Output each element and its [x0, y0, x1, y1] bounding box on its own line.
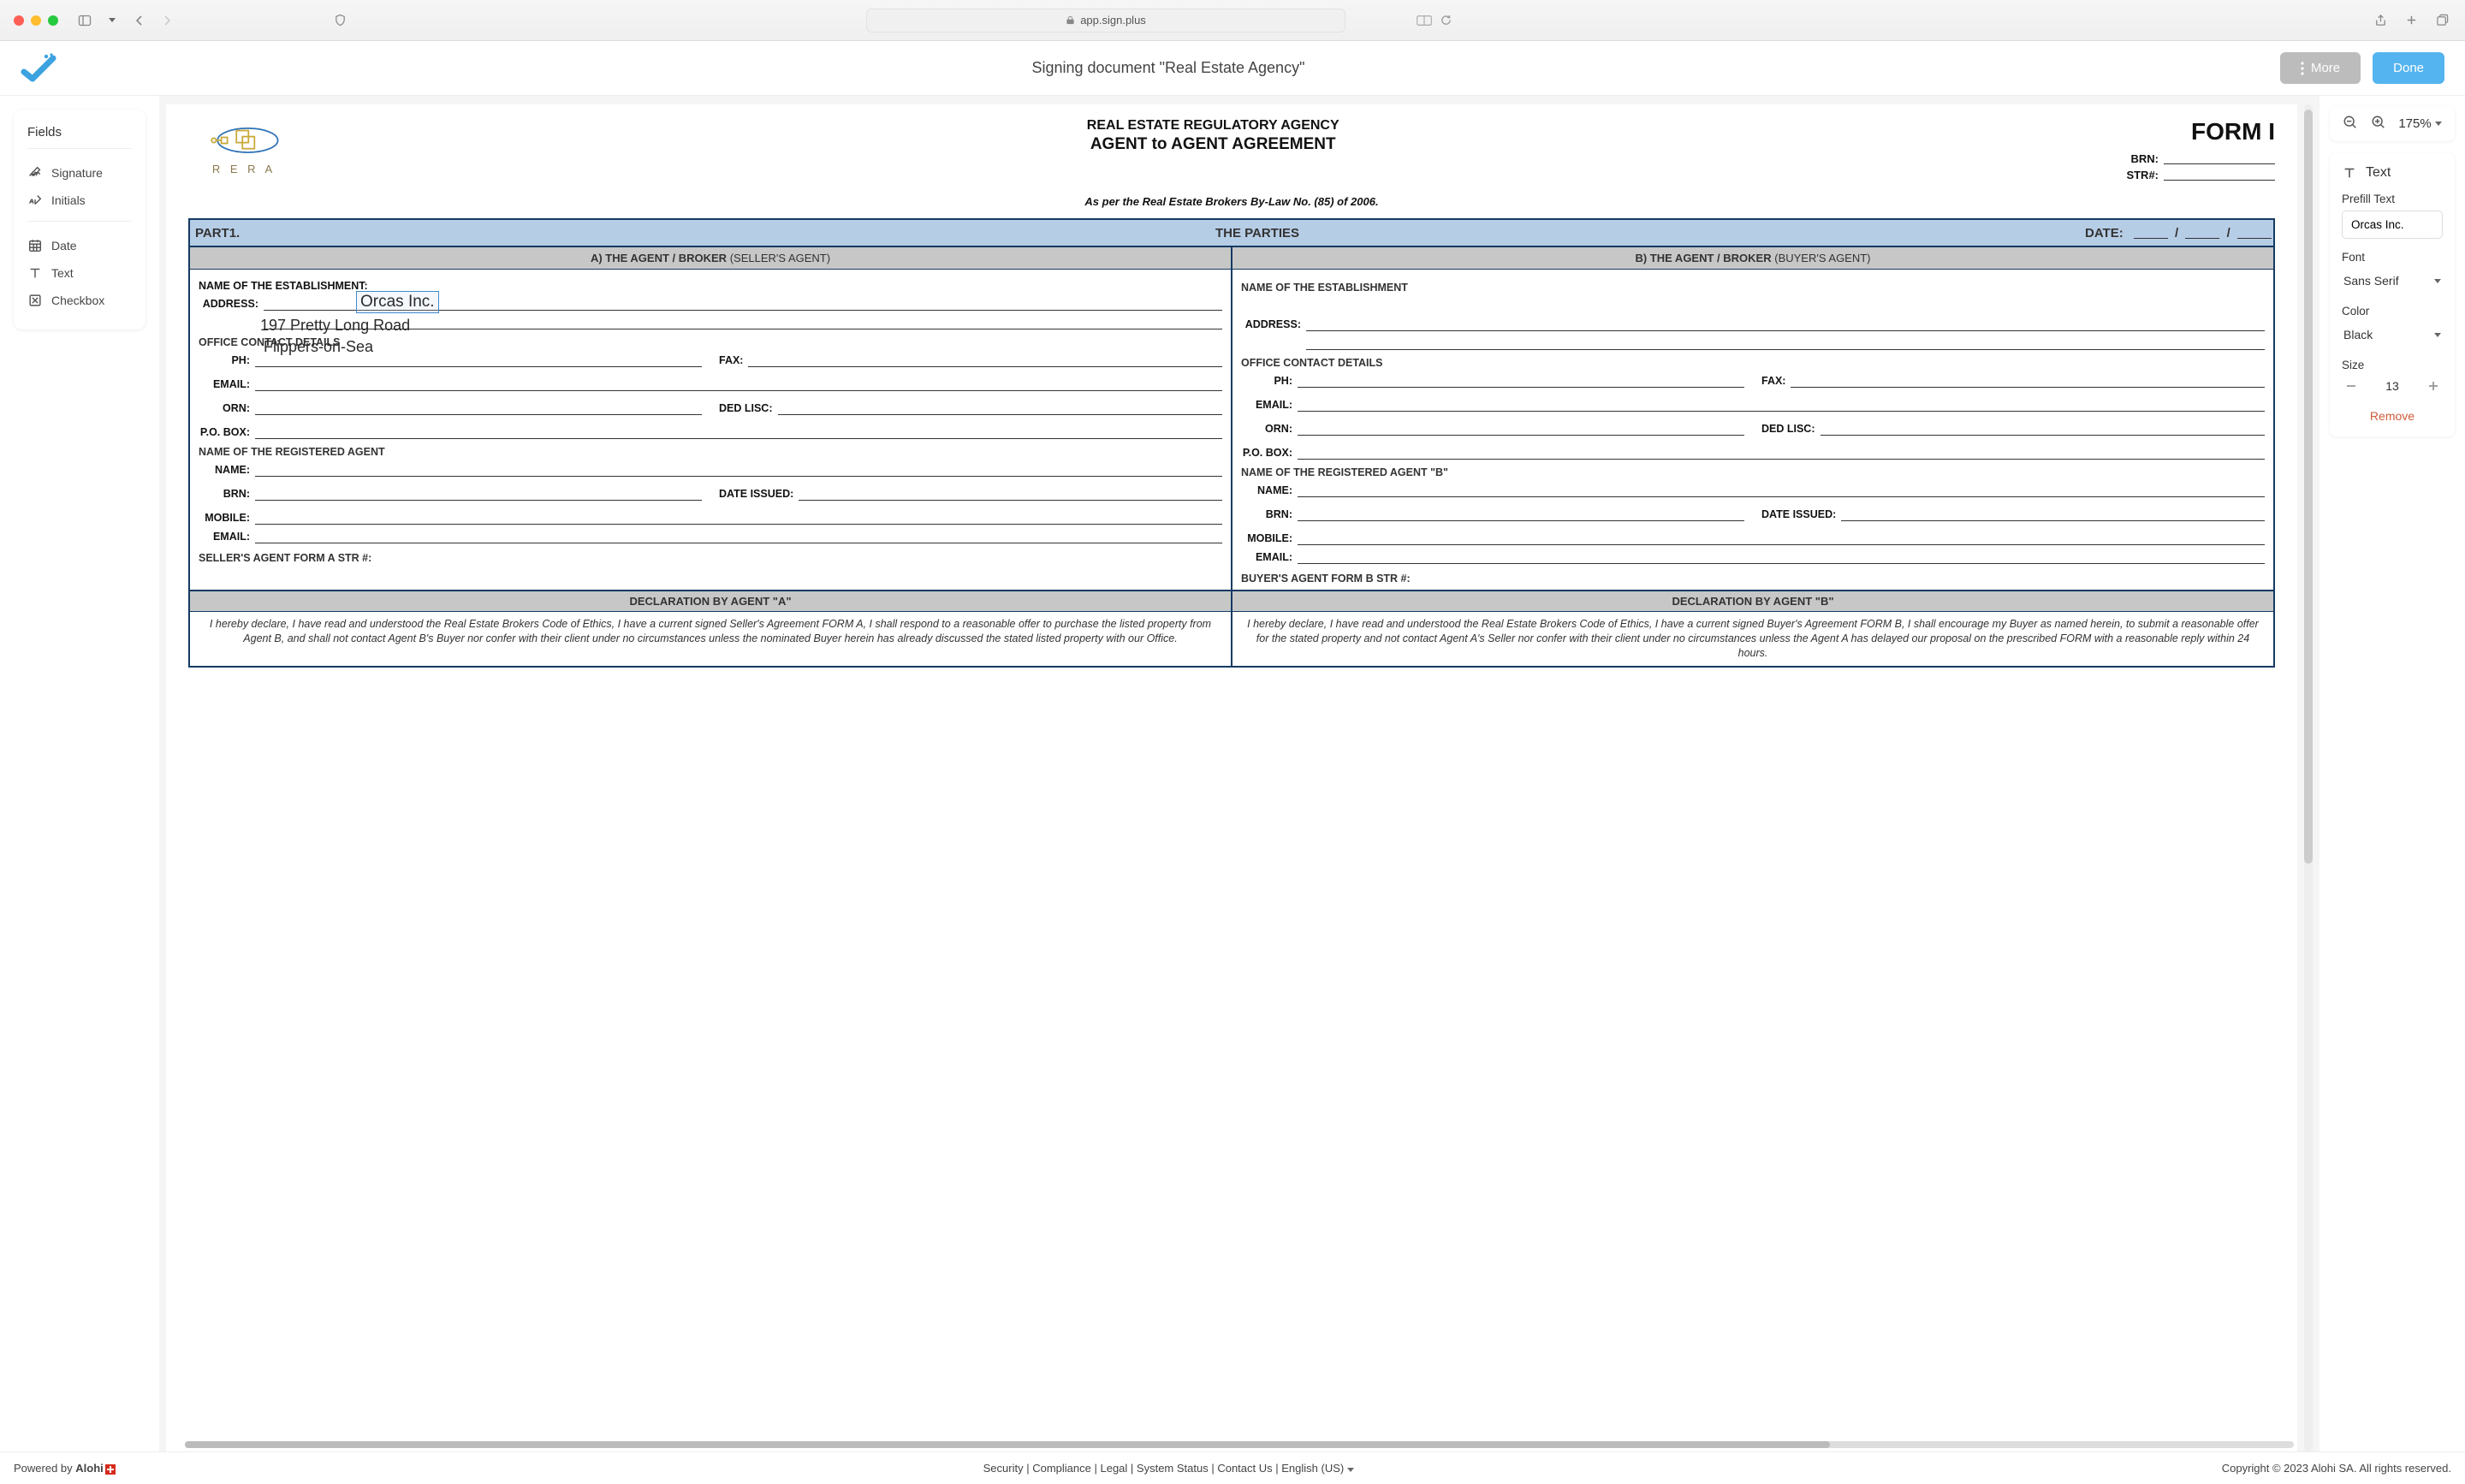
- color-select[interactable]: Black: [2342, 323, 2443, 347]
- declaration-a: I hereby declare, I have read and unders…: [190, 612, 1231, 651]
- checkbox-icon: [27, 293, 43, 308]
- part1-bar: PART1. THE PARTIES DATE: / /: [188, 218, 2275, 247]
- size-value: 13: [2385, 379, 2399, 393]
- minimize-window[interactable]: [31, 15, 41, 26]
- calendar-icon: [27, 238, 43, 253]
- translate-icon[interactable]: [1417, 15, 1432, 27]
- share-icon[interactable]: [2371, 11, 2390, 30]
- doc-title-1: REAL ESTATE REGULATORY AGENCY: [320, 118, 2106, 134]
- signature-icon: [27, 165, 43, 181]
- footer-link-contact[interactable]: Contact Us: [1217, 1462, 1272, 1475]
- field-checkbox[interactable]: Checkbox: [27, 287, 132, 314]
- right-sidebar: 175% Text Prefill Text Font Sans Serif C…: [2319, 96, 2465, 1451]
- sidebar-toggle-icon[interactable]: [75, 11, 94, 30]
- footer-language-select[interactable]: English (US): [1281, 1462, 1354, 1475]
- page-title: Signing document "Real Estate Agency": [56, 59, 2280, 77]
- field-signature[interactable]: Signature: [27, 159, 132, 187]
- lock-icon: [1066, 15, 1075, 25]
- document-page: R E R A REAL ESTATE REGULATORY AGENCY AG…: [166, 104, 2297, 1451]
- swiss-flag-icon: [105, 1464, 116, 1475]
- more-dots-icon: [2301, 62, 2304, 75]
- new-tab-icon[interactable]: [2402, 11, 2420, 30]
- field-date[interactable]: Date: [27, 232, 132, 259]
- document-viewport[interactable]: R E R A REAL ESTATE REGULATORY AGENCY AG…: [159, 96, 2319, 1451]
- prefill-text-input[interactable]: [2342, 211, 2443, 239]
- app-header: Signing document "Real Estate Agency" Mo…: [0, 41, 2465, 96]
- doc-title-2: AGENT to AGENT AGREEMENT: [320, 135, 2106, 154]
- initials-icon: [27, 193, 43, 208]
- text-field-address-1[interactable]: 197 Pretty Long Road: [260, 317, 410, 335]
- rera-logo: R E R A: [188, 118, 300, 178]
- done-button[interactable]: Done: [2373, 52, 2444, 84]
- text-field-selected[interactable]: Orcas Inc.: [356, 291, 439, 313]
- maximize-window[interactable]: [48, 15, 58, 26]
- text-icon: [27, 265, 43, 281]
- fields-heading: Fields: [27, 125, 132, 139]
- footer-link-compliance[interactable]: Compliance: [1032, 1462, 1091, 1475]
- reload-icon[interactable]: [1440, 15, 1452, 26]
- forward-button[interactable]: [157, 11, 176, 30]
- close-window[interactable]: [14, 15, 24, 26]
- footer: Powered by Alohi Security | Compliance |…: [0, 1451, 2465, 1484]
- form-label: FORM I: [2126, 118, 2275, 145]
- properties-panel: Text Prefill Text Font Sans Serif Color …: [2330, 153, 2455, 436]
- field-initials[interactable]: Initials: [27, 187, 132, 214]
- size-increase-button[interactable]: [2424, 377, 2443, 395]
- url-bar[interactable]: app.sign.plus: [866, 9, 1345, 33]
- text-icon: [2342, 165, 2357, 181]
- footer-link-legal[interactable]: Legal: [1100, 1462, 1127, 1475]
- zoom-dropdown[interactable]: 175%: [2398, 116, 2441, 131]
- vertical-scrollbar[interactable]: [2304, 104, 2313, 1451]
- url-text: app.sign.plus: [1080, 14, 1146, 27]
- text-field-address-2[interactable]: Flippers-on-Sea: [264, 338, 373, 356]
- browser-chrome: app.sign.plus: [0, 0, 2465, 41]
- chevron-down-icon[interactable]: [103, 11, 122, 30]
- back-button[interactable]: [130, 11, 149, 30]
- zoom-out-button[interactable]: [2343, 115, 2358, 133]
- field-text[interactable]: Text: [27, 259, 132, 287]
- app-logo[interactable]: [21, 53, 56, 84]
- footer-link-status[interactable]: System Status: [1137, 1462, 1209, 1475]
- size-decrease-button[interactable]: [2342, 377, 2361, 395]
- window-controls: [14, 15, 58, 26]
- shield-icon[interactable]: [330, 11, 349, 30]
- zoom-control: 175%: [2330, 106, 2455, 141]
- font-select[interactable]: Sans Serif: [2342, 269, 2443, 293]
- remove-button[interactable]: Remove: [2342, 409, 2443, 423]
- more-button[interactable]: More: [2280, 52, 2361, 84]
- zoom-in-button[interactable]: [2371, 115, 2386, 133]
- horizontal-scrollbar[interactable]: [185, 1441, 2294, 1450]
- left-sidebar: Fields Signature Initials Date Text Ch: [0, 96, 159, 1451]
- footer-link-security[interactable]: Security: [983, 1462, 1024, 1475]
- powered-by: Powered by Alohi: [14, 1462, 116, 1475]
- tabs-icon[interactable]: [2432, 11, 2451, 30]
- bylaw-text: As per the Real Estate Brokers By-Law No…: [188, 195, 2275, 208]
- copyright: Copyright © 2023 Alohi SA. All rights re…: [2222, 1462, 2451, 1475]
- declaration-b: I hereby declare, I have read and unders…: [1232, 612, 2273, 666]
